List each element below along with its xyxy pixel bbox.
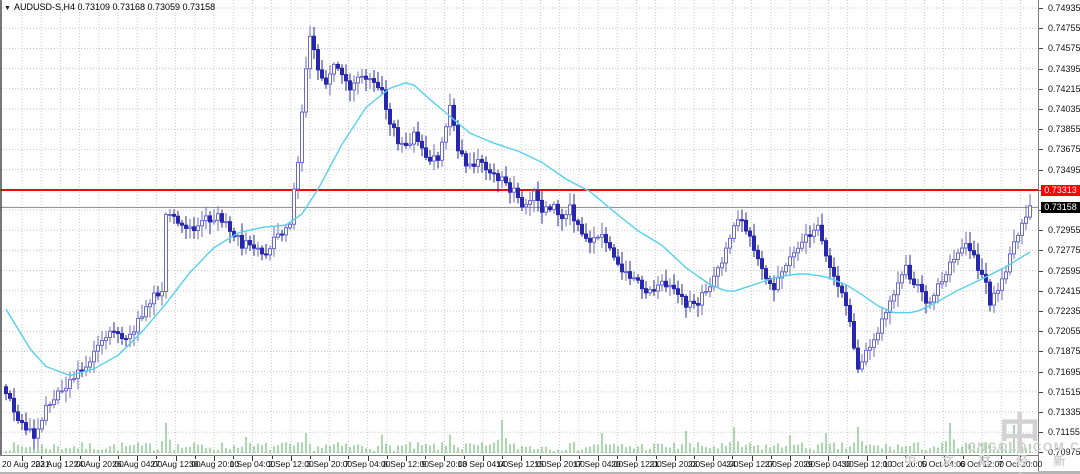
price-axis-label: 0.72595 bbox=[1048, 265, 1080, 276]
price-axis-tick bbox=[1039, 68, 1043, 70]
price-axis: 0.74935 0.74755 0.74575 0.74395 0.74215 0.740… bbox=[1038, 0, 1080, 474]
price-axis-tick bbox=[1039, 290, 1043, 292]
price-axis-label: 0.72415 bbox=[1048, 285, 1080, 296]
price-axis-tick bbox=[1039, 412, 1043, 413]
price-axis-tick bbox=[1039, 270, 1043, 272]
price-axis-label: 0.71695 bbox=[1048, 366, 1080, 377]
price-axis-label: 0.72235 bbox=[1048, 306, 1080, 316]
hline-price-label: 0.73313 bbox=[1041, 184, 1080, 196]
window-left-border bbox=[0, 0, 2, 471]
price-axis-label: 0.71875 bbox=[1048, 346, 1080, 357]
chart-canvas[interactable]: ▼ AUDUSD-S,H4 0.73109 0.73168 0.73059 0.7… bbox=[0, 0, 1080, 474]
price-axis-tick bbox=[1039, 169, 1043, 171]
price-axis-label: 0.72775 bbox=[1048, 245, 1080, 256]
price-axis-label: 0.74575 bbox=[1048, 43, 1080, 54]
price-axis-tick bbox=[1039, 149, 1043, 151]
current-price-label: 0.73158 bbox=[1041, 201, 1080, 213]
time-axis: 20 Aug 2021 23 Aug 12:00 24 Aug 20:00 26 Au… bbox=[0, 455, 1042, 472]
candlestick-plot bbox=[0, 0, 1038, 455]
price-axis-tick bbox=[1039, 48, 1043, 50]
price-axis-tick bbox=[1039, 88, 1043, 90]
price-axis-tick bbox=[1039, 8, 1043, 9]
price-axis-label: 0.74215 bbox=[1048, 83, 1080, 94]
mt4-chart-window: ▼ AUDUSD-S,H4 0.73109 0.73168 0.73059 0.7… bbox=[0, 0, 1080, 474]
price-axis-tick bbox=[1039, 28, 1043, 30]
price-axis-label: 0.72055 bbox=[1048, 326, 1080, 337]
symbol-ohlc-readout: AUDUSD-S,H4 0.73109 0.73168 0.73059 0.73… bbox=[13, 2, 216, 12]
time-axis-label: 5 Oct 04:00 bbox=[921, 459, 966, 469]
price-axis-tick bbox=[1039, 109, 1043, 110]
price-axis-tick bbox=[1039, 351, 1043, 353]
price-axis-tick bbox=[1039, 452, 1043, 454]
price-axis-label: 0.71515 bbox=[1048, 386, 1080, 397]
price-axis-tick bbox=[1039, 371, 1043, 373]
price-axis-label: 0.73495 bbox=[1048, 164, 1080, 175]
price-axis-tick bbox=[1039, 129, 1043, 131]
price-axis-tick bbox=[1039, 311, 1043, 312]
price-axis-label: 0.74035 bbox=[1048, 104, 1080, 114]
price-axis-label: 0.71155 bbox=[1048, 427, 1080, 438]
price-axis-tick bbox=[1039, 391, 1043, 393]
price-axis-tick bbox=[1039, 250, 1043, 252]
price-axis-label: 0.73675 bbox=[1048, 144, 1080, 155]
price-axis-label: 0.70975 bbox=[1048, 447, 1080, 458]
collapse-triangle-icon[interactable]: ▼ bbox=[4, 5, 11, 12]
chart-title: ▼ AUDUSD-S,H4 0.73109 0.73168 0.73059 0.7… bbox=[4, 2, 215, 12]
price-axis-label: 0.74755 bbox=[1048, 23, 1080, 34]
price-axis-label: 0.71335 bbox=[1048, 407, 1080, 417]
price-axis-label: 0.73855 bbox=[1048, 124, 1080, 135]
price-axis-tick bbox=[1039, 230, 1043, 232]
price-axis-label: 0.74395 bbox=[1048, 63, 1080, 74]
price-axis-tick bbox=[1039, 331, 1043, 333]
price-axis-label: 0.74935 bbox=[1048, 3, 1080, 13]
price-axis-label: 0.72955 bbox=[1048, 225, 1080, 236]
time-axis-label: 6 Oct 12:00 bbox=[960, 459, 1004, 469]
time-axis-label: 1 Oct 20:00 bbox=[883, 459, 928, 469]
time-axis-label: 7 Oct 20:00 bbox=[998, 459, 1043, 469]
price-axis-tick bbox=[1039, 432, 1043, 434]
